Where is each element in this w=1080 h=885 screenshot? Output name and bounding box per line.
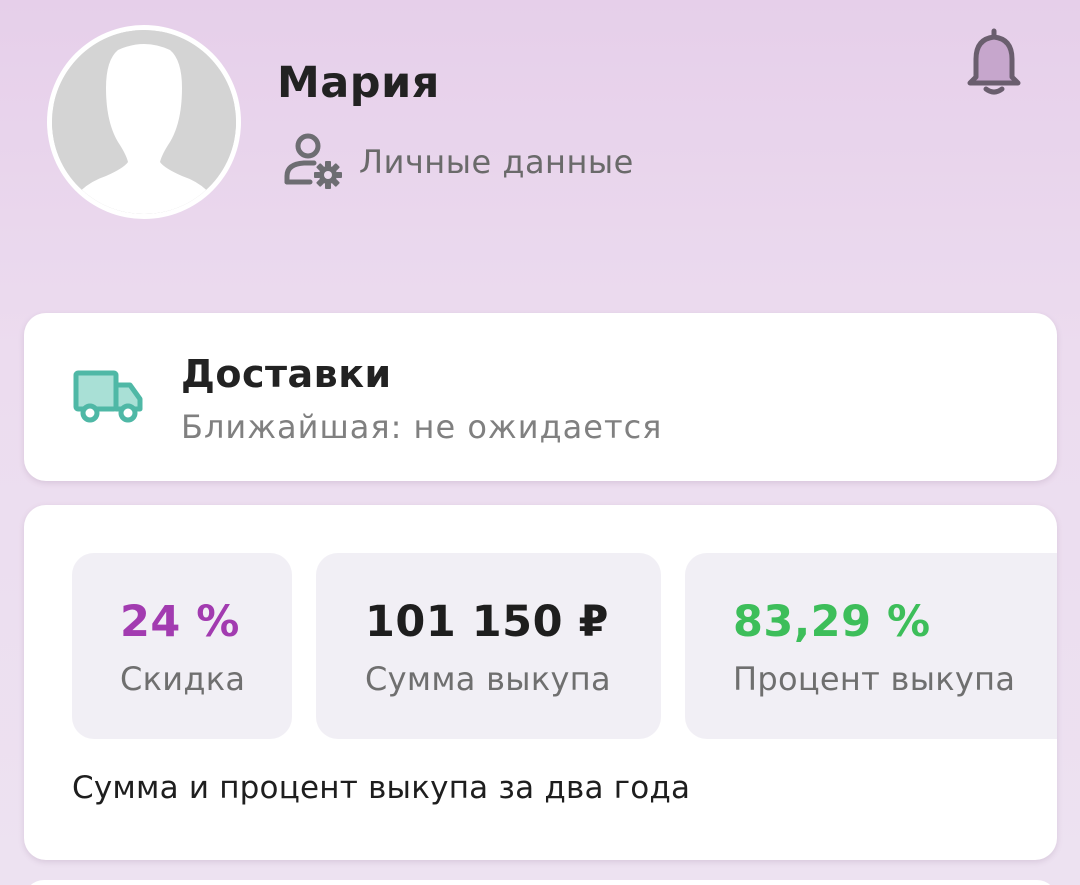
purchase-sum-label: Сумма выкупа <box>365 660 611 698</box>
delivery-card[interactable] <box>24 313 1057 481</box>
user-settings-icon <box>284 133 342 189</box>
stats-note: Сумма и процент выкупа за два года <box>72 770 691 806</box>
avatar[interactable] <box>47 25 241 219</box>
purchase-percent-label: Процент выкупа <box>733 660 1016 698</box>
personal-data-label: Личные данные <box>359 143 634 181</box>
notifications-button[interactable] <box>962 27 1026 97</box>
discount-value: 24 % <box>120 597 240 647</box>
bell-icon <box>967 28 1021 95</box>
purchase-percent-value: 83,29 % <box>733 597 931 647</box>
discount-label: Скидка <box>120 660 246 698</box>
truck-icon <box>72 367 144 425</box>
personal-data-link[interactable]: Личные данные <box>282 132 634 192</box>
user-name: Мария <box>277 58 440 108</box>
user-silhouette-icon <box>52 30 236 214</box>
delivery-subtitle: Ближайшая: не ожидается <box>181 408 663 446</box>
purchase-sum-value: 101 150 ₽ <box>365 597 609 647</box>
next-card-edge <box>24 880 1057 885</box>
delivery-title: Доставки <box>181 352 392 396</box>
